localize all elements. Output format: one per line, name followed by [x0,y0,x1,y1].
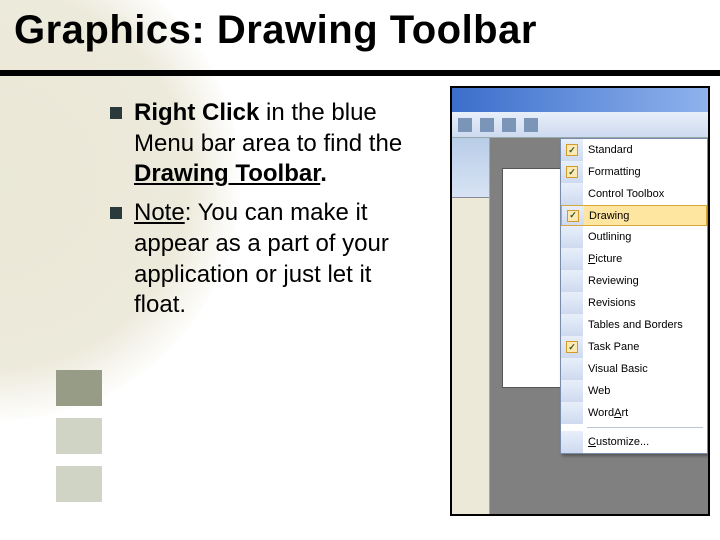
menu-item-label: Web [588,385,610,397]
menu-item[interactable]: Outlining [561,226,707,248]
app-toolbar [452,112,708,138]
menu-item[interactable]: ✓ Formatting [561,161,707,183]
menu-check-slot: ✓ [562,206,584,225]
check-icon: ✓ [567,210,579,222]
toolbar-icon [480,118,494,132]
embedded-screenshot: ✓ Standard ✓ Formatting Control Toolbox ✓ Draw… [450,86,710,516]
menu-item[interactable]: ✓ Standard [561,139,707,161]
menu-check-slot [561,358,583,380]
menu-check-slot [561,431,583,453]
decorative-square [56,466,102,502]
menu-check-slot [561,380,583,402]
app-side-pane [452,138,490,514]
menu-check-slot: ✓ [561,336,583,358]
side-pane-header [452,138,489,198]
menu-separator [587,427,703,428]
menu-check-slot [561,292,583,314]
toolbar-icon [524,118,538,132]
check-icon: ✓ [566,144,578,156]
bullet-icon [110,107,122,119]
menu-check-slot [561,183,583,205]
bold-underline-text: Drawing Toolbar [134,160,320,187]
body-text: Right Click in the blue Menu bar area to… [110,98,430,329]
decorative-square [56,418,102,454]
menu-item-label: Formatting [588,166,641,178]
app-body: ✓ Standard ✓ Formatting Control Toolbox ✓ Draw… [452,138,708,514]
check-icon: ✓ [566,166,578,178]
bullet-item: Note: You can make it appear as a part o… [110,198,430,321]
menu-item[interactable]: Tables and Borders [561,314,707,336]
menu-check-slot [561,270,583,292]
toolbar-icon [458,118,472,132]
slide-title: Graphics: Drawing Toolbar [14,8,537,53]
document-page [502,168,562,388]
menu-item[interactable]: Reviewing [561,270,707,292]
bullet-text: Note: You can make it appear as a part o… [134,198,430,321]
period: . [320,160,327,187]
app-titlebar [452,88,708,112]
menu-item[interactable]: ✓ Task Pane [561,336,707,358]
menu-item-label: WordArt [588,407,628,419]
menu-item[interactable]: Revisions [561,292,707,314]
toolbar-context-menu: ✓ Standard ✓ Formatting Control Toolbox ✓ Draw… [560,138,708,454]
menu-item-label: Standard [588,144,633,156]
menu-item-label: Reviewing [588,275,639,287]
menu-item[interactable]: Picture [561,248,707,270]
menu-item-label: Visual Basic [588,363,648,375]
menu-item-label: Picture [588,253,622,265]
bold-text: Right Click [134,99,259,126]
menu-check-slot [561,314,583,336]
app-workspace: ✓ Standard ✓ Formatting Control Toolbox ✓ Draw… [490,138,708,514]
bullet-icon [110,207,122,219]
menu-check-slot: ✓ [561,161,583,183]
check-icon: ✓ [566,341,578,353]
menu-item[interactable]: ✓ Drawing [561,205,707,226]
menu-check-slot [561,226,583,248]
bullet-item: Right Click in the blue Menu bar area to… [110,98,430,190]
toolbar-icon [502,118,516,132]
menu-item-label: Control Toolbox [588,188,664,200]
menu-item-label: Customize... [588,436,649,448]
menu-item-label: Outlining [588,231,631,243]
menu-item-label: Revisions [588,297,636,309]
menu-item[interactable]: Control Toolbox [561,183,707,205]
menu-item-label: Drawing [589,210,629,222]
title-underline [0,70,720,76]
menu-check-slot: ✓ [561,139,583,161]
menu-check-slot [561,248,583,270]
bullet-text: Right Click in the blue Menu bar area to… [134,98,430,190]
menu-item-label: Tables and Borders [588,319,683,331]
menu-item-label: Task Pane [588,341,639,353]
menu-item[interactable]: Customize... [561,431,707,453]
menu-item[interactable]: Visual Basic [561,358,707,380]
menu-check-slot [561,402,583,424]
menu-item[interactable]: Web [561,380,707,402]
decorative-square [56,370,102,406]
underline-text: Note [134,199,185,226]
menu-item[interactable]: WordArt [561,402,707,424]
